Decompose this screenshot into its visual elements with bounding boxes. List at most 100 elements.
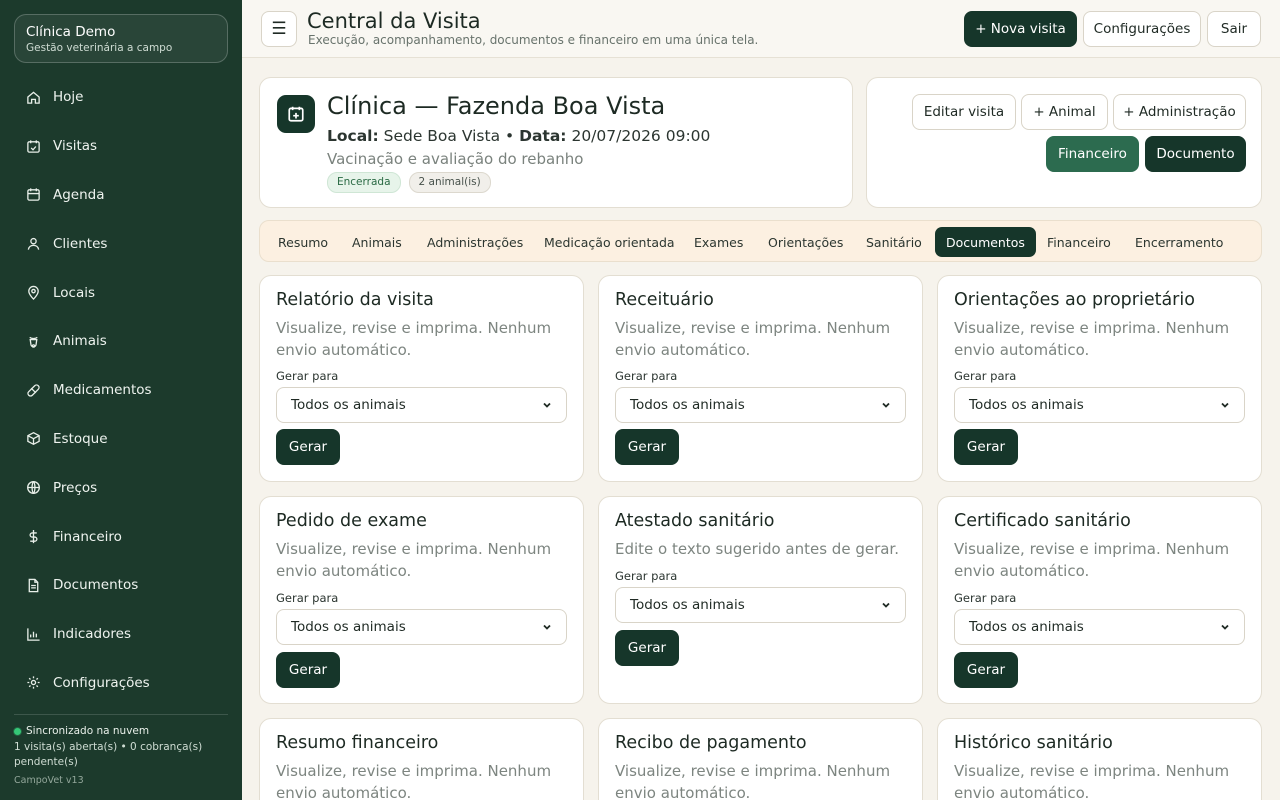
- home-icon: [26, 90, 41, 105]
- generate-for-value: Todos os animais: [630, 597, 745, 613]
- calendar-check-icon: [26, 139, 41, 154]
- user-icon: [26, 236, 41, 251]
- generate-for-select[interactable]: Todos os animais: [276, 387, 567, 423]
- visit-badges: Encerrada 2 animal(is): [327, 172, 491, 193]
- sync-row: Sincronizado na nuvem: [14, 724, 234, 740]
- financial-button[interactable]: Financeiro: [1046, 136, 1139, 172]
- document-title: Atestado sanitário: [615, 511, 775, 531]
- sidebar-item-locais[interactable]: Locais: [0, 268, 242, 317]
- generate-for-value: Todos os animais: [291, 619, 406, 635]
- tab-medicacao-orientada[interactable]: Medicação orientada: [533, 227, 686, 257]
- tab-exames[interactable]: Exames: [683, 227, 754, 257]
- generate-for-select[interactable]: Todos os animais: [615, 387, 906, 423]
- document-title: Relatório da visita: [276, 290, 434, 310]
- tab-resumo[interactable]: Resumo: [267, 227, 339, 257]
- generate-for-select[interactable]: Todos os animais: [954, 387, 1245, 423]
- visit-summary-card: Clínica — Fazenda Boa Vista Local: Sede …: [259, 77, 853, 208]
- chevron-down-icon: [543, 402, 551, 408]
- sidebar-item-label: Preços: [53, 479, 98, 496]
- document-card-resumo-financeiro: Resumo financeiro Visualize, revise e im…: [259, 718, 584, 800]
- edit-visit-button[interactable]: Editar visita: [912, 94, 1016, 130]
- document-title: Histórico sanitário: [954, 733, 1113, 753]
- tab-administracoes[interactable]: Administrações: [416, 227, 534, 257]
- page-header: ☰ Central da Visita Execução, acompanham…: [242, 0, 1280, 58]
- sidebar-item-hoje[interactable]: Hoje: [0, 73, 242, 122]
- sidebar-nav: Hoje Visitas Agenda Clientes Locais Anim…: [0, 73, 242, 707]
- document-card-recibo: Recibo de pagamento Visualize, revise e …: [598, 718, 923, 800]
- clinic-switcher[interactable]: Clínica Demo Gestão veterinária a campo: [14, 14, 228, 63]
- sidebar-item-label: Configurações: [53, 674, 150, 691]
- document-description: Visualize, revise e imprima. Nenhum envi…: [954, 319, 1230, 359]
- sidebar-item-clientes[interactable]: Clientes: [0, 219, 242, 268]
- generate-button[interactable]: Gerar: [615, 630, 679, 666]
- tab-financeiro[interactable]: Financeiro: [1036, 227, 1122, 257]
- document-description: Visualize, revise e imprima. Nenhum envi…: [615, 762, 891, 800]
- generate-for-label: Gerar para: [615, 369, 678, 383]
- sidebar-item-agenda[interactable]: Agenda: [0, 171, 242, 220]
- document-card-certificado: Certificado sanitário Visualize, revise …: [937, 496, 1262, 704]
- sidebar-item-label: Visitas: [53, 138, 98, 155]
- chevron-down-icon: [882, 602, 890, 608]
- chevron-down-icon: [1221, 624, 1229, 630]
- generate-for-select[interactable]: Todos os animais: [615, 587, 906, 623]
- sidebar-item-financeiro[interactable]: Financeiro: [0, 512, 242, 561]
- sidebar-item-medicamentos[interactable]: Medicamentos: [0, 366, 242, 415]
- sidebar-item-precos[interactable]: Preços: [0, 463, 242, 512]
- generate-button[interactable]: Gerar: [954, 429, 1018, 465]
- menu-toggle-button[interactable]: ☰: [261, 11, 297, 47]
- logout-button[interactable]: Sair: [1207, 11, 1261, 47]
- chevron-down-icon: [1221, 402, 1229, 408]
- document-title: Receituário: [615, 290, 714, 310]
- generate-for-value: Todos os animais: [969, 397, 1084, 413]
- add-administration-button[interactable]: + Administração: [1113, 94, 1246, 130]
- document-card-atestado: Atestado sanitário Edite o texto sugerid…: [598, 496, 923, 704]
- sync-status-text: Sincronizado na nuvem: [26, 725, 150, 737]
- sidebar-item-label: Estoque: [53, 430, 108, 447]
- visit-description: Vacinação e avaliação do rebanho: [327, 150, 584, 168]
- sidebar-item-label: Hoje: [53, 89, 84, 106]
- document-description: Visualize, revise e imprima. Nenhum envi…: [954, 762, 1230, 800]
- sidebar: Clínica Demo Gestão veterinária a campo …: [0, 0, 242, 800]
- generate-button[interactable]: Gerar: [276, 652, 340, 688]
- tab-sanitario[interactable]: Sanitário: [855, 227, 933, 257]
- add-animal-button[interactable]: + Animal: [1021, 94, 1108, 130]
- generate-button[interactable]: Gerar: [954, 652, 1018, 688]
- generate-button[interactable]: Gerar: [276, 429, 340, 465]
- sidebar-item-documentos[interactable]: Documentos: [0, 561, 242, 610]
- page-subtitle: Execução, acompanhamento, documentos e f…: [308, 33, 759, 47]
- visit-local-label: Local:: [327, 127, 379, 145]
- visit-title: Clínica — Fazenda Boa Vista: [327, 92, 666, 120]
- sidebar-item-animais[interactable]: Animais: [0, 317, 242, 366]
- document-card-relatorio: Relatório da visita Visualize, revise e …: [259, 275, 584, 482]
- sidebar-item-estoque[interactable]: Estoque: [0, 415, 242, 464]
- tab-orientacoes[interactable]: Orientações: [757, 227, 854, 257]
- dollar-icon: [26, 529, 41, 544]
- tab-documentos[interactable]: Documentos: [935, 227, 1036, 257]
- visit-meta: Local: Sede Boa Vista • Data: 20/07/2026…: [327, 126, 710, 146]
- generate-for-select[interactable]: Todos os animais: [954, 609, 1245, 645]
- new-visit-button[interactable]: + Nova visita: [964, 11, 1077, 47]
- settings-button[interactable]: Configurações: [1083, 11, 1201, 47]
- hamburger-icon: ☰: [271, 19, 287, 39]
- generate-button[interactable]: Gerar: [615, 429, 679, 465]
- sidebar-item-label: Animais: [53, 333, 107, 350]
- status-badge: Encerrada: [327, 172, 401, 193]
- map-pin-icon: [26, 285, 41, 301]
- sidebar-item-configuracoes[interactable]: Configurações: [0, 659, 242, 708]
- document-title: Resumo financeiro: [276, 733, 439, 753]
- document-title: Certificado sanitário: [954, 511, 1131, 531]
- tab-encerramento[interactable]: Encerramento: [1124, 227, 1234, 257]
- visit-local-value: Sede Boa Vista: [383, 127, 501, 145]
- sidebar-item-visitas[interactable]: Visitas: [0, 122, 242, 171]
- generate-for-select[interactable]: Todos os animais: [276, 609, 567, 645]
- visit-actions-card: Editar visita + Animal + Administração F…: [866, 77, 1262, 208]
- animal-count-badge: 2 animal(is): [408, 172, 491, 193]
- tab-animais[interactable]: Animais: [341, 227, 413, 257]
- sidebar-item-indicadores[interactable]: Indicadores: [0, 610, 242, 659]
- generate-for-label: Gerar para: [954, 591, 1017, 605]
- generate-for-label: Gerar para: [276, 369, 339, 383]
- pill-icon: [26, 383, 41, 398]
- document-button[interactable]: Documento: [1145, 136, 1246, 172]
- sidebar-item-label: Clientes: [53, 235, 108, 252]
- clinic-name: Clínica Demo: [26, 24, 116, 40]
